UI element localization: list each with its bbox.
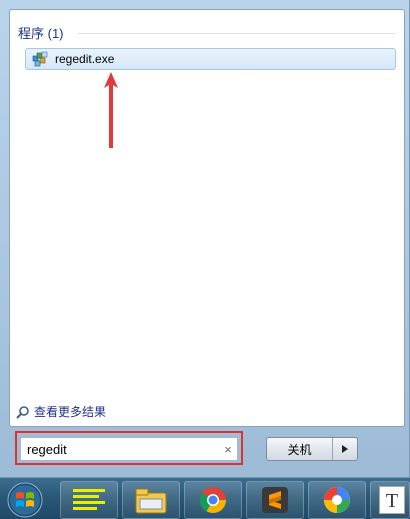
pinwheel-app-icon — [324, 487, 350, 513]
see-more-results-link[interactable]: 查看更多结果 — [16, 403, 106, 420]
taskbar-item-sublime[interactable] — [246, 481, 304, 519]
search-box[interactable]: × — [20, 437, 238, 461]
result-label: regedit.exe — [55, 52, 115, 66]
search-results-panel: 程序 (1) regedit.exe 查看更多结果 — [9, 9, 405, 427]
notes-app-icon — [73, 489, 105, 510]
registry-editor-icon — [32, 51, 48, 67]
result-item-regedit[interactable]: regedit.exe — [25, 48, 396, 70]
start-menu: 程序 (1) regedit.exe 查看更多结果 × — [0, 0, 410, 477]
taskbar: T — [0, 477, 410, 519]
taskbar-item-chrome[interactable] — [184, 481, 242, 519]
taskbar-item-explorer[interactable] — [122, 481, 180, 519]
search-input[interactable] — [21, 441, 219, 457]
search-icon — [16, 405, 29, 419]
taskbar-item-text-app[interactable]: T — [370, 481, 410, 519]
clear-search-icon[interactable]: × — [219, 442, 237, 457]
section-divider — [78, 33, 396, 34]
see-more-label: 查看更多结果 — [34, 405, 107, 419]
text-app-icon: T — [379, 486, 405, 514]
shutdown-button[interactable]: 关机 — [267, 438, 333, 460]
taskbar-item-pinwheel[interactable] — [308, 481, 366, 519]
chevron-right-icon — [342, 445, 348, 453]
red-arrow-annotation — [104, 72, 118, 148]
sublime-text-icon — [262, 487, 288, 513]
start-orb-icon[interactable] — [5, 482, 45, 518]
taskbar-item-notes[interactable] — [60, 481, 118, 519]
file-explorer-icon — [135, 488, 167, 514]
programs-section-header: 程序 (1) — [18, 26, 64, 41]
chrome-icon — [199, 487, 227, 514]
shutdown-button-group: 关机 — [266, 437, 358, 461]
shutdown-options-button[interactable] — [333, 438, 357, 460]
